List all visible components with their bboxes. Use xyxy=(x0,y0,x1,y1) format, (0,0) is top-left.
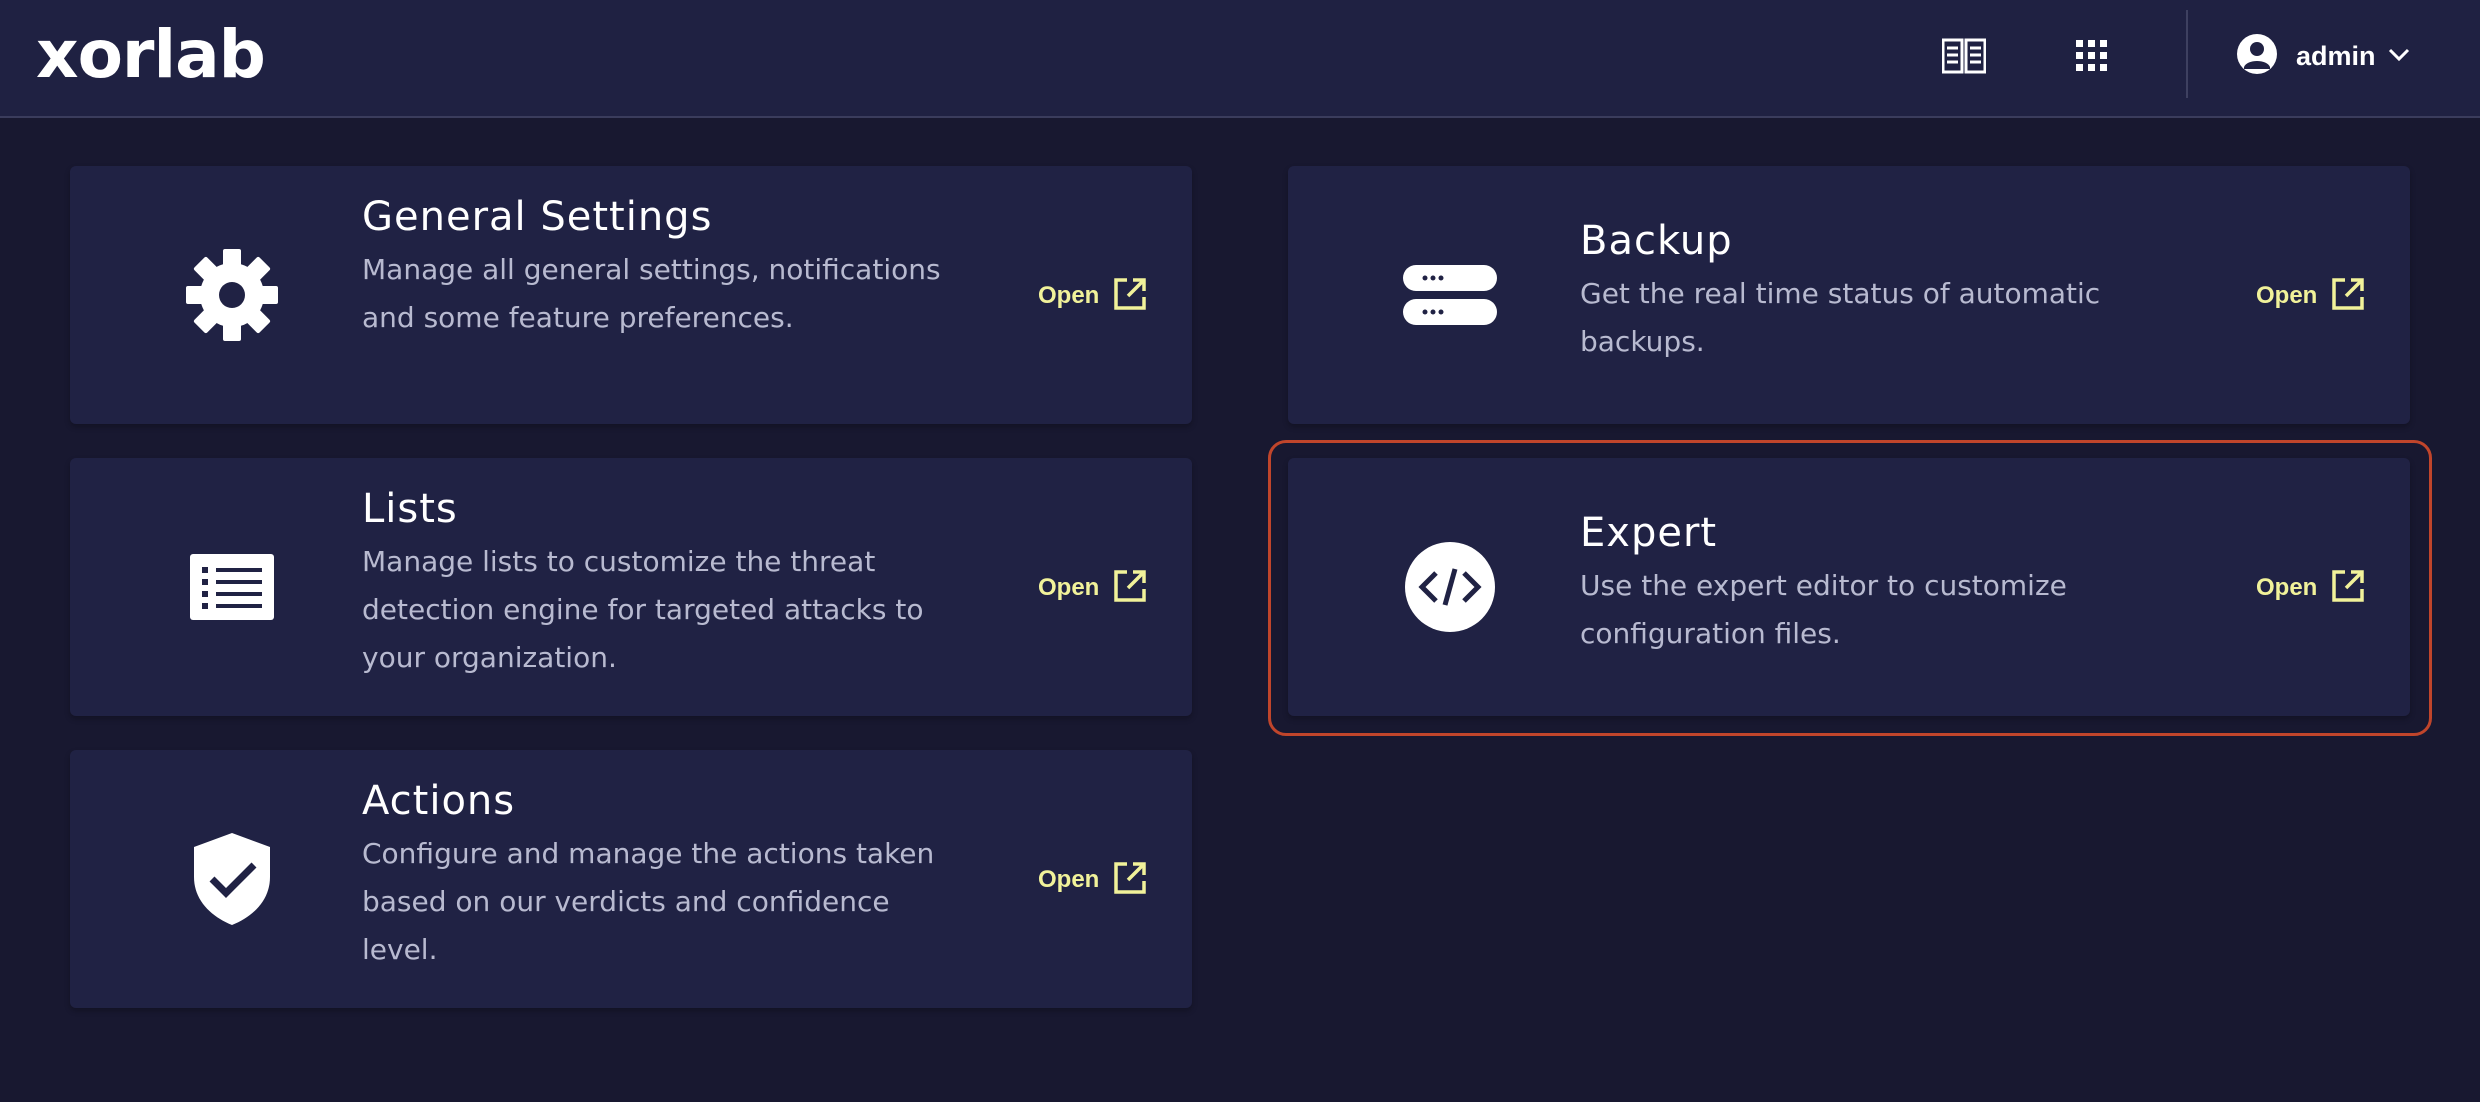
card-text: Backup Get the real time status of autom… xyxy=(1580,216,2180,366)
card-lists: Lists Manage lists to customize the thre… xyxy=(70,458,1192,716)
open-general-settings-button[interactable]: Open xyxy=(1038,276,1147,316)
user-menu[interactable]: admin xyxy=(2236,28,2410,84)
card-description: Manage all general settings, notificatio… xyxy=(362,253,941,334)
open-expert-button[interactable]: Open xyxy=(2256,568,2365,608)
external-link-icon xyxy=(1113,277,1147,315)
user-name: admin xyxy=(2296,40,2376,71)
card-description: Use the expert editor to customize confi… xyxy=(1580,569,2067,650)
open-label: Open xyxy=(2256,282,2318,309)
list-icon xyxy=(182,537,282,637)
external-link-icon xyxy=(2331,569,2365,607)
card-actions: Actions Configure and manage the actions… xyxy=(70,750,1192,1008)
open-lists-button[interactable]: Open xyxy=(1038,568,1147,608)
card-general-settings: General Settings Manage all general sett… xyxy=(70,166,1192,424)
open-label: Open xyxy=(1038,574,1100,601)
user-circle-icon xyxy=(2236,33,2278,79)
book-open-icon[interactable] xyxy=(1936,28,1992,84)
external-link-icon xyxy=(1113,569,1147,607)
open-actions-button[interactable]: Open xyxy=(1038,860,1147,900)
card-text: Expert Use the expert editor to customiz… xyxy=(1580,508,2180,658)
card-title: General Settings xyxy=(362,194,713,240)
card-text: Lists Manage lists to customize the thre… xyxy=(362,484,962,682)
open-backup-button[interactable]: Open xyxy=(2256,276,2365,316)
top-bar: xorlab admin xyxy=(0,0,2480,118)
open-label: Open xyxy=(2256,574,2318,601)
card-expert: Expert Use the expert editor to customiz… xyxy=(1288,458,2410,716)
card-text: General Settings Manage all general sett… xyxy=(362,192,962,342)
gear-icon xyxy=(182,245,282,345)
card-description: Get the real time status of automatic ba… xyxy=(1580,277,2101,358)
open-label: Open xyxy=(1038,866,1100,893)
card-title: Lists xyxy=(362,486,458,532)
code-icon xyxy=(1400,537,1500,637)
shield-check-icon xyxy=(182,829,282,929)
card-title: Actions xyxy=(362,778,516,824)
card-description: Manage lists to customize the threat det… xyxy=(362,545,924,674)
server-icon xyxy=(1400,245,1500,345)
grid-dots-icon[interactable] xyxy=(2064,28,2120,84)
xorlab-logo[interactable]: xorlab xyxy=(36,20,266,90)
header-divider xyxy=(2186,10,2188,98)
external-link-icon xyxy=(1113,861,1147,899)
external-link-icon xyxy=(2331,277,2365,315)
chevron-down-icon xyxy=(2388,47,2410,66)
card-backup: Backup Get the real time status of autom… xyxy=(1288,166,2410,424)
open-label: Open xyxy=(1038,282,1100,309)
card-title: Backup xyxy=(1580,218,1733,264)
card-title: Expert xyxy=(1580,510,1718,556)
card-description: Configure and manage the actions taken b… xyxy=(362,837,935,966)
card-text: Actions Configure and manage the actions… xyxy=(362,776,962,974)
